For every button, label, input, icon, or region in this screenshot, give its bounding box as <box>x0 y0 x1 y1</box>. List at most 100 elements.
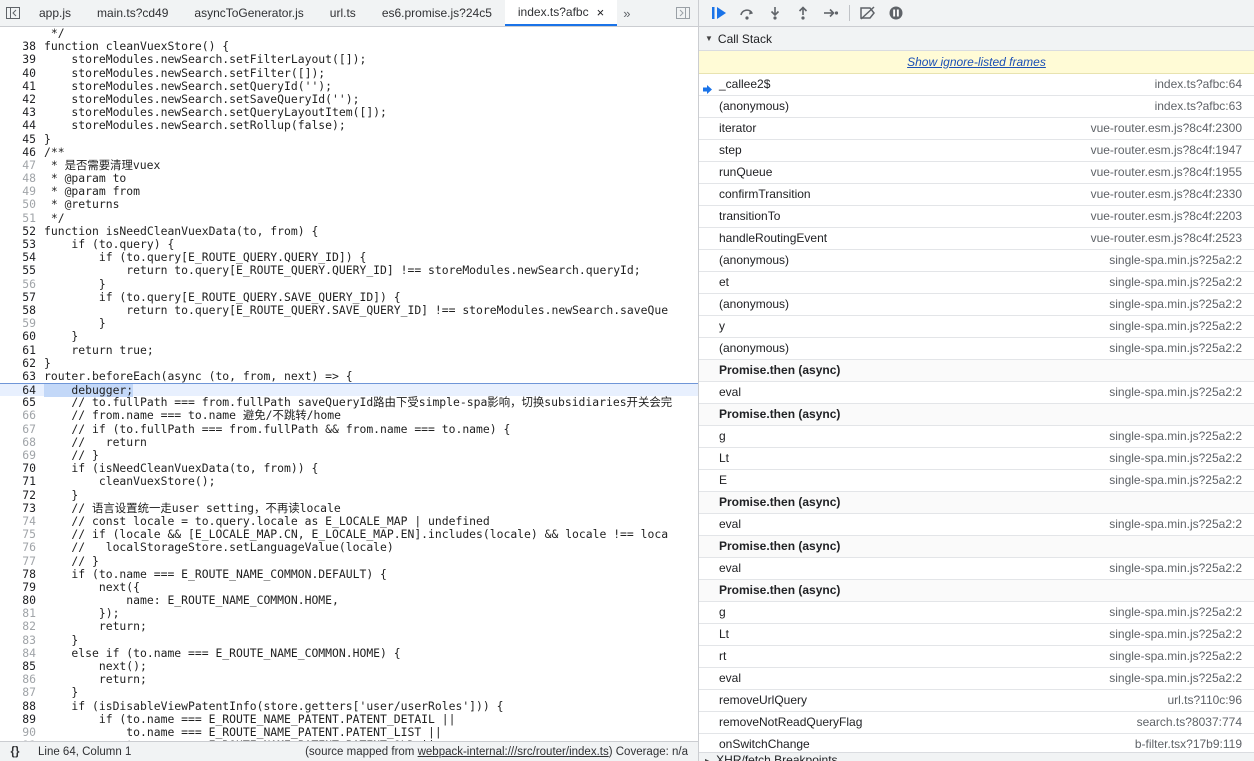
frame-location-link[interactable]: single-spa.min.js?25a2:2 <box>1109 316 1242 337</box>
call-stack-header[interactable]: ▼ Call Stack <box>699 27 1254 51</box>
step-button[interactable] <box>817 1 845 25</box>
file-tab[interactable]: app.js <box>26 0 84 26</box>
call-frame[interactable]: Lt single-spa.min.js?25a2:2 <box>699 448 1254 470</box>
step-over-button[interactable] <box>733 1 761 25</box>
line-number[interactable]: 55 <box>0 264 36 277</box>
frame-location-link[interactable]: vue-router.esm.js?8c4f:2203 <box>1091 206 1242 227</box>
frame-location-link[interactable]: single-spa.min.js?25a2:2 <box>1109 514 1242 535</box>
pretty-print-button[interactable]: {} <box>0 746 30 758</box>
call-frame[interactable]: (anonymous) index.ts?afbc:63 <box>699 96 1254 118</box>
file-tab[interactable]: url.ts <box>317 0 369 26</box>
file-tab[interactable]: main.ts?cd49 <box>84 0 181 26</box>
line-number[interactable]: 78 <box>0 567 36 581</box>
line-number[interactable]: 61 <box>0 343 36 357</box>
call-frame[interactable]: eval single-spa.min.js?25a2:2 <box>699 382 1254 404</box>
call-frame[interactable]: Esingle-spa.min.js?25a2:2 <box>699 470 1254 492</box>
frame-location-link[interactable]: single-spa.min.js?25a2:2 <box>1109 470 1242 491</box>
frame-location-link[interactable]: index.ts?afbc:64 <box>1155 74 1242 95</box>
call-frame[interactable]: removeUrlQuery url.ts?110c:96 <box>699 690 1254 712</box>
line-number[interactable]: 73 <box>0 501 36 515</box>
frame-location-link[interactable]: single-spa.min.js?25a2:2 <box>1109 602 1242 623</box>
step-out-button[interactable] <box>789 1 817 25</box>
frame-location-link[interactable]: single-spa.min.js?25a2:2 <box>1109 338 1242 359</box>
line-number[interactable]: 87 <box>0 686 36 699</box>
call-frame[interactable]: eval single-spa.min.js?25a2:2 <box>699 514 1254 536</box>
frame-location-link[interactable]: single-spa.min.js?25a2:2 <box>1109 426 1242 447</box>
frame-location-link[interactable]: single-spa.min.js?25a2:2 <box>1109 646 1242 667</box>
line-number[interactable]: 71 <box>0 475 36 488</box>
deactivate-breakpoints-icon[interactable] <box>854 1 882 25</box>
call-frame[interactable]: removeNotReadQueryFlag search.ts?8037:774 <box>699 712 1254 734</box>
frame-location-link[interactable]: vue-router.esm.js?8c4f:1955 <box>1091 162 1242 183</box>
file-tab[interactable]: asyncToGenerator.js <box>181 0 316 26</box>
source-map-link[interactable]: webpack-internal:///src/router/index.ts <box>418 746 609 758</box>
frame-location-link[interactable]: single-spa.min.js?25a2:2 <box>1109 272 1242 293</box>
frame-location-link[interactable]: single-spa.min.js?25a2:2 <box>1109 294 1242 315</box>
frame-location-link[interactable]: single-spa.min.js?25a2:2 <box>1109 558 1242 579</box>
frame-location-link[interactable]: url.ts?110c:96 <box>1168 690 1243 711</box>
toggle-debugger-icon[interactable] <box>668 0 698 26</box>
call-frame[interactable]: transitionTo vue-router.esm.js?8c4f:2203 <box>699 206 1254 228</box>
call-frame[interactable]: iterator vue-router.esm.js?8c4f:2300 <box>699 118 1254 140</box>
frame-location-link[interactable]: single-spa.min.js?25a2:2 <box>1109 448 1242 469</box>
line-number[interactable]: 88 <box>0 699 36 713</box>
frame-location-link[interactable]: vue-router.esm.js?8c4f:1947 <box>1091 140 1242 161</box>
code-editor[interactable]: */38 function cleanVuexStore() {39 storeM… <box>0 27 698 741</box>
call-frame[interactable]: (anonymous) single-spa.min.js?25a2:2 <box>699 338 1254 360</box>
call-frame[interactable]: g single-spa.min.js?25a2:2 <box>699 602 1254 624</box>
frame-location-link[interactable]: vue-router.esm.js?8c4f:2523 <box>1091 228 1242 249</box>
close-tab-icon[interactable]: × <box>597 5 605 20</box>
frame-location-link[interactable]: single-spa.min.js?25a2:2 <box>1109 624 1242 645</box>
line-number[interactable]: 72 <box>0 488 36 502</box>
frame-location-link[interactable]: single-spa.min.js?25a2:2 <box>1109 668 1242 689</box>
line-number[interactable]: 77 <box>0 554 36 568</box>
line-number[interactable]: 51 <box>0 211 36 225</box>
pause-on-exceptions-icon[interactable] <box>882 1 910 25</box>
line-number[interactable]: 89 <box>0 712 36 726</box>
call-frame[interactable]: eval single-spa.min.js?25a2:2 <box>699 558 1254 580</box>
call-frame[interactable]: handleRoutingEvent vue-router.esm.js?8c4f… <box>699 228 1254 250</box>
frame-location-link[interactable]: single-spa.min.js?25a2:2 <box>1109 250 1242 271</box>
line-number[interactable]: 46 <box>0 145 36 159</box>
line-number[interactable]: 82 <box>0 620 36 633</box>
call-frame[interactable]: rt single-spa.min.js?25a2:2 <box>699 646 1254 668</box>
frame-location-link[interactable]: vue-router.esm.js?8c4f:2300 <box>1091 118 1242 139</box>
line-number[interactable]: 62 <box>0 356 36 370</box>
call-frame[interactable]: (anonymous) single-spa.min.js?25a2:2 <box>699 294 1254 316</box>
call-frame[interactable]: step vue-router.esm.js?8c4f:1947 <box>699 140 1254 162</box>
call-frame[interactable]: Lt single-spa.min.js?25a2:2 <box>699 624 1254 646</box>
line-number[interactable]: 56 <box>0 277 36 291</box>
step-into-button[interactable] <box>761 1 789 25</box>
line-number[interactable]: 44 <box>0 119 36 132</box>
call-frame[interactable]: g single-spa.min.js?25a2:2 <box>699 426 1254 448</box>
line-number[interactable]: 39 <box>0 53 36 66</box>
call-frame[interactable]: et single-spa.min.js?25a2:2 <box>699 272 1254 294</box>
file-tab[interactable]: es6.promise.js?24c5 <box>369 0 505 26</box>
line-number[interactable]: 40 <box>0 66 36 80</box>
line-number[interactable]: 57 <box>0 290 36 304</box>
line-number[interactable]: 67 <box>0 422 36 436</box>
frame-location-link[interactable]: vue-router.esm.js?8c4f:2330 <box>1091 184 1242 205</box>
show-ignore-listed-link[interactable]: Show ignore-listed frames <box>699 51 1254 74</box>
more-tabs-icon[interactable]: » <box>617 0 636 26</box>
line-number[interactable]: 41 <box>0 79 36 93</box>
xhr-breakpoints-header[interactable]: ▶XHR/fetch Breakpoints <box>699 752 1254 761</box>
call-frame[interactable]: (anonymous) single-spa.min.js?25a2:2 <box>699 250 1254 272</box>
line-number[interactable]: 66 <box>0 409 36 422</box>
frame-location-link[interactable]: search.ts?8037:774 <box>1137 712 1242 733</box>
toggle-navigator-icon[interactable] <box>0 0 26 26</box>
line-number[interactable]: 83 <box>0 633 36 647</box>
call-frame[interactable]: y single-spa.min.js?25a2:2 <box>699 316 1254 338</box>
line-number[interactable]: 50 <box>0 198 36 211</box>
line-number[interactable]: 76 <box>0 541 36 554</box>
frame-location-link[interactable]: single-spa.min.js?25a2:2 <box>1109 382 1242 403</box>
line-number[interactable]: 63 <box>0 369 36 383</box>
call-frame[interactable]: _callee2$ index.ts?afbc:64 <box>699 74 1254 96</box>
resume-button[interactable] <box>705 1 733 25</box>
call-frame[interactable]: runQueue vue-router.esm.js?8c4f:1955 <box>699 162 1254 184</box>
call-frame[interactable]: eval single-spa.min.js?25a2:2 <box>699 668 1254 690</box>
call-frame[interactable]: confirmTransition vue-router.esm.js?8c4f:… <box>699 184 1254 206</box>
line-number[interactable]: 60 <box>0 330 36 343</box>
frame-location-link[interactable]: index.ts?afbc:63 <box>1155 96 1242 117</box>
file-tab[interactable]: index.ts?afbc × <box>504 0 618 26</box>
